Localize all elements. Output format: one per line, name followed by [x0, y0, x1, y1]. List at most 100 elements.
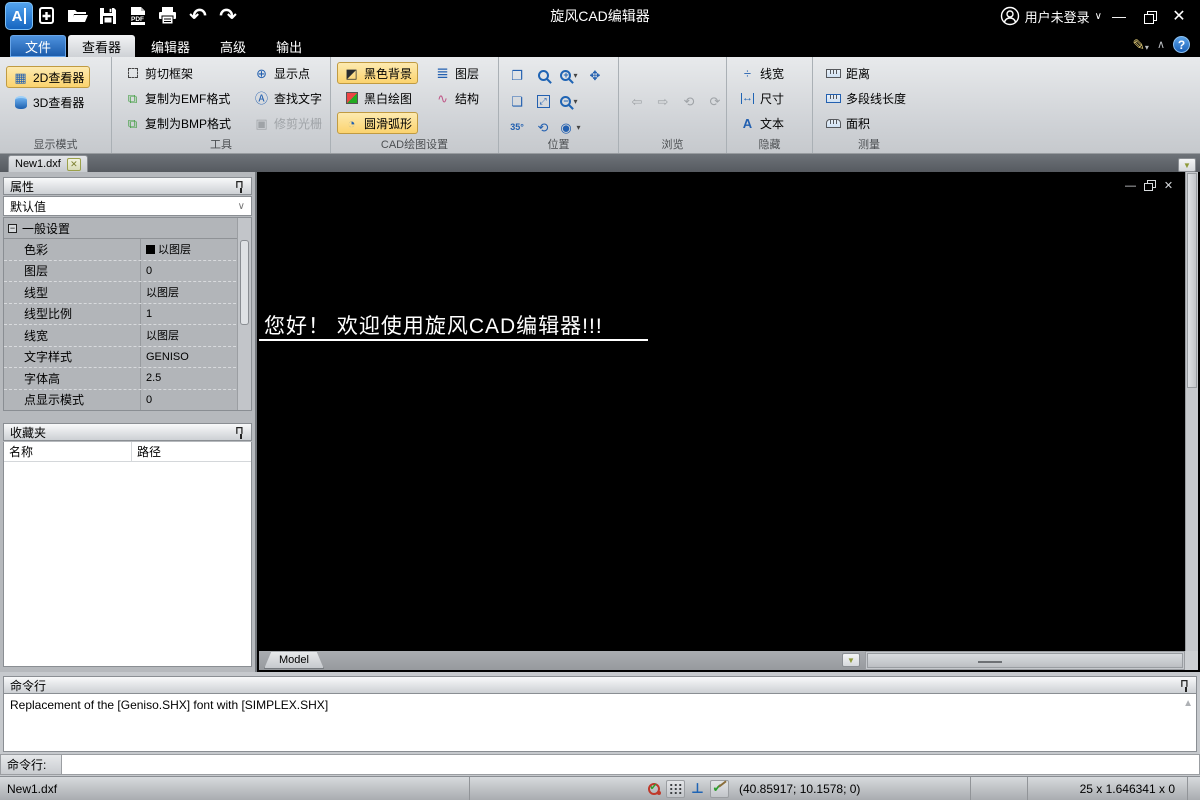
pin-icon[interactable] [235, 178, 246, 193]
view-back-button[interactable]: ⇦ [625, 91, 649, 113]
property-row-layer[interactable]: 图层 0 [4, 260, 251, 282]
rotate-view-button[interactable]: ❐ [505, 64, 529, 86]
horizontal-scrollbar[interactable] [865, 651, 1185, 670]
collapse-ribbon-icon[interactable]: ∧ [1157, 38, 1165, 51]
hide-dimensions-button[interactable]: ↔ 尺寸 [733, 87, 790, 109]
2d-viewer-button[interactable]: ▦ 2D查看器 [6, 66, 91, 88]
save-button[interactable] [93, 2, 123, 30]
export-pdf-button[interactable]: PDF [123, 2, 153, 30]
menu-tab-editor[interactable]: 编辑器 [137, 35, 204, 57]
bw-drawing-label: 黑白绘图 [364, 91, 413, 106]
drawing-canvas[interactable]: — ✕ 您好！ 欢迎使用旋风CAD编辑器!!! [259, 172, 1185, 651]
view-undo-button[interactable]: ⟲ [677, 91, 701, 113]
properties-preset-dropdown[interactable]: 默认值 ∨ [3, 196, 252, 216]
welcome-text: 您好！ 欢迎使用旋风CAD编辑器!!! [264, 315, 603, 338]
property-row-fontheight[interactable]: 字体高 2.5 [4, 368, 251, 390]
customize-pencil-icon[interactable]: ✎▾ [1132, 36, 1149, 54]
copy-bmp-button[interactable]: ⧉ 复制为BMP格式 [118, 112, 237, 134]
zoom-object-button[interactable]: ◉ [557, 116, 581, 138]
menu-tab-viewer[interactable]: 查看器 [68, 35, 136, 57]
zoom-window-button[interactable] [531, 64, 555, 86]
copy-emf-button[interactable]: ⧉ 复制为EMF格式 [118, 87, 237, 109]
property-row-color[interactable]: 色彩 以图层 [4, 239, 251, 261]
pin-icon[interactable] [235, 424, 246, 439]
pin-icon[interactable] [1180, 677, 1191, 692]
close-button[interactable]: ✕ [1166, 4, 1192, 28]
document-tab-close-icon[interactable]: ✕ [66, 157, 81, 171]
find-text-button[interactable]: Ⓐ 查找文字 [247, 87, 328, 109]
property-row-linetype[interactable]: 线型 以图层 [4, 282, 251, 304]
pan-button[interactable]: ✥ [583, 64, 607, 86]
property-row-linetype-scale[interactable]: 线型比例 1 [4, 303, 251, 325]
undo-button[interactable]: ↶ [183, 2, 213, 30]
copy-view-button[interactable]: ❏ [505, 90, 529, 112]
zoom-previous-button[interactable]: ⟲ [531, 116, 555, 138]
horizontal-scroll-thumb[interactable] [867, 653, 1183, 668]
user-login-button[interactable]: 用户未登录 ∨ [1000, 6, 1102, 26]
help-button[interactable]: ? [1173, 36, 1190, 53]
scroll-up-icon[interactable]: ▲ [1183, 698, 1193, 709]
favorites-col-name[interactable]: 名称 [4, 442, 132, 461]
zoom-object-icon: ◉ [560, 119, 572, 135]
mdi-close-icon[interactable]: ✕ [1162, 180, 1175, 192]
properties-panel-header: 属性 [3, 177, 252, 195]
view-redo-button[interactable]: ⟳ [703, 91, 727, 113]
print-button[interactable] [153, 2, 183, 30]
favorites-col-path[interactable]: 路径 [132, 442, 251, 461]
properties-table: − 一般设置 色彩 以图层 图层 0 线型 以图层 线型比例 1 线宽 以图层 … [3, 217, 252, 411]
vertical-scrollbar[interactable] [1185, 172, 1198, 651]
property-row-textstyle[interactable]: 文字样式 GENISO [4, 346, 251, 368]
property-row-lineweight[interactable]: 线宽 以图层 [4, 325, 251, 347]
zoom-out-button[interactable] [557, 90, 581, 112]
grid-toggle[interactable] [666, 779, 685, 798]
properties-scrollbar[interactable] [237, 218, 251, 410]
properties-group-row[interactable]: − 一般设置 [4, 218, 251, 239]
command-input[interactable] [62, 754, 1200, 775]
smooth-arc-toggle[interactable]: ◔ 圆滑弧形 [337, 112, 419, 134]
black-background-toggle[interactable]: ◩ 黑色背景 [337, 62, 419, 84]
show-points-button[interactable]: ⊕ 显示点 [247, 62, 328, 84]
property-row-pointmode[interactable]: 点显示模式 0 [4, 389, 251, 410]
vertical-scroll-thumb[interactable] [1187, 173, 1197, 388]
collapse-minus-icon[interactable]: − [8, 223, 17, 233]
view-back-icon: ⇦ [631, 94, 643, 109]
properties-scroll-thumb[interactable] [240, 240, 249, 325]
mdi-minimize-icon[interactable]: — [1124, 180, 1137, 192]
rotate-angle-button[interactable]: 35° [505, 116, 529, 138]
structure-button[interactable]: ∿ 结构 [428, 87, 485, 109]
group-label-cad-settings: CAD绘图设置 [380, 139, 449, 151]
menu-tab-advanced[interactable]: 高级 [206, 35, 260, 57]
model-tab[interactable]: Model [264, 652, 324, 669]
3d-viewer-button[interactable]: 3D查看器 [6, 91, 90, 113]
measure-polyline-button[interactable]: 多段线长度 [819, 87, 912, 109]
draft-toggle[interactable] [710, 779, 729, 798]
measure-area-button[interactable]: 面积 [819, 112, 912, 134]
model-strip-chevron-button[interactable]: ▼ [842, 653, 860, 667]
osnap-toggle[interactable] [644, 780, 663, 798]
document-tab[interactable]: New1.dxf ✕ [8, 155, 88, 172]
minimize-button[interactable]: — [1106, 4, 1132, 28]
hide-text-button[interactable]: A 文本 [733, 112, 790, 134]
redo-button[interactable]: ↷ [213, 2, 243, 30]
bw-drawing-toggle[interactable]: 黑白绘图 [337, 87, 418, 109]
menu-tab-output[interactable]: 输出 [262, 35, 316, 57]
tab-list-chevron-button[interactable]: ▼ [1178, 158, 1196, 172]
model-tab-strip: Model ▼ [259, 651, 1185, 670]
restore-button[interactable] [1136, 4, 1162, 28]
properties-title: 属性 [10, 179, 35, 194]
ortho-toggle[interactable]: ⊥ [688, 780, 707, 798]
clip-frame-button[interactable]: 剪切框架 [118, 62, 237, 84]
zoom-extents-button[interactable]: ⤢ [531, 90, 555, 112]
trim-raster-button[interactable]: ▣ 修剪光栅 [247, 112, 328, 134]
view-forward-button[interactable]: ⇨ [651, 91, 675, 113]
zoom-in-button[interactable] [557, 64, 581, 86]
mdi-restore-icon[interactable] [1144, 180, 1156, 191]
open-file-button[interactable] [63, 2, 93, 30]
layers-button[interactable]: ≣ 图层 [428, 62, 485, 84]
measure-distance-button[interactable]: 距离 [819, 62, 912, 84]
new-file-button[interactable] [33, 2, 63, 30]
property-name: 文字样式 [4, 346, 141, 367]
menu-tab-file[interactable]: 文件 [10, 35, 67, 57]
hide-lineweight-button[interactable]: ÷ 线宽 [733, 62, 790, 84]
ribbon-group-display-mode: ▦ 2D查看器 3D查看器 显示模式 [0, 57, 112, 153]
